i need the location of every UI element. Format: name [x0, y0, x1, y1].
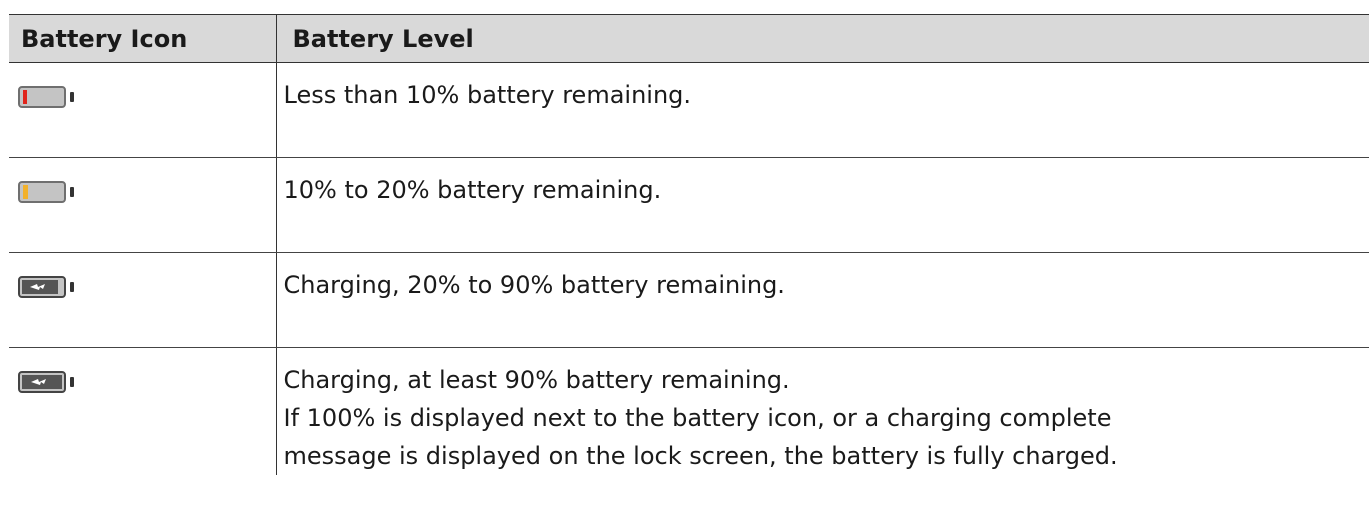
table-row: 10% to 20% battery remaining.: [9, 157, 1369, 253]
battery-charging-full-icon: [18, 371, 276, 393]
table-header-row: Battery Icon Battery Level: [9, 14, 1369, 63]
battery-note-line-2: message is displayed on the lock screen,…: [283, 442, 1118, 470]
battery-level-text: Less than 10% battery remaining.: [283, 81, 692, 109]
battery-level-column-header: Battery Level: [275, 14, 1369, 63]
table-row: Charging, at least 90% battery remaining…: [9, 347, 1369, 475]
previous-page-text-fragment: [0, 0, 1369, 14]
battery-level-text: Charging, 20% to 90% battery remaining.: [283, 271, 785, 299]
battery-low-orange-icon: [18, 181, 276, 203]
battery-note-line-1: If 100% is displayed next to the battery…: [283, 404, 1112, 432]
table-row: Less than 10% battery remaining.: [9, 62, 1369, 158]
table-row: Charging, 20% to 90% battery remaining.: [9, 252, 1369, 348]
battery-charging-icon: [18, 276, 276, 298]
battery-low-red-icon: [18, 86, 276, 108]
battery-status-table: Battery Icon Battery Level Less than 10%…: [9, 14, 1369, 475]
battery-icon-column-header: Battery Icon: [9, 14, 276, 63]
battery-level-text: 10% to 20% battery remaining.: [283, 176, 662, 204]
battery-level-text: Charging, at least 90% battery remaining…: [283, 366, 790, 394]
